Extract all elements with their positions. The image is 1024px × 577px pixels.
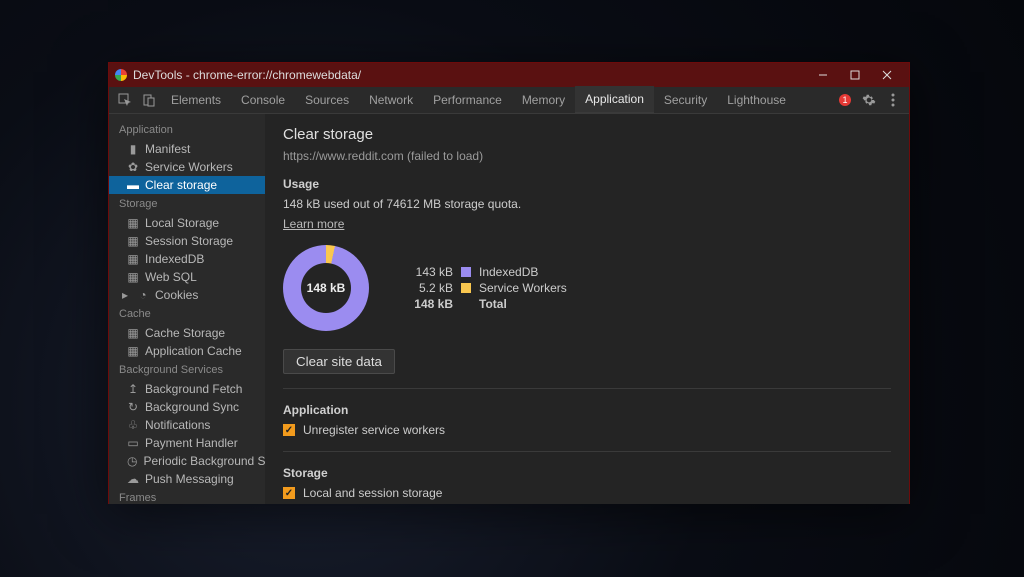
page-title: Clear storage [283, 126, 891, 143]
tab-console[interactable]: Console [231, 87, 295, 113]
swatch-service-workers [461, 283, 471, 293]
gear-icon: ✿ [127, 160, 139, 174]
origin-text: https://www.reddit.com (failed to load) [283, 149, 891, 163]
chevron-right-icon: ▸ [119, 288, 131, 302]
sidebar-group-frames: Frames [109, 488, 265, 504]
cookie-icon: ◔ [137, 288, 149, 302]
close-button[interactable] [871, 63, 903, 87]
sync-icon: ↻ [127, 400, 139, 414]
sidebar-item-manifest[interactable]: ▮Manifest [109, 140, 265, 158]
titlebar-text: DevTools - chrome-error://chromewebdata/ [133, 68, 361, 82]
sidebar-item-notifications[interactable]: ♧Notifications [109, 416, 265, 434]
inspect-icon[interactable] [113, 87, 137, 113]
storage-section-header: Storage [283, 466, 891, 480]
clock-icon: ◷ [127, 454, 137, 468]
checkbox-unregister-sw[interactable]: ✓Unregister service workers [283, 423, 891, 437]
tab-sources[interactable]: Sources [295, 87, 359, 113]
tab-elements[interactable]: Elements [161, 87, 231, 113]
grid-icon: ▦ [127, 344, 139, 358]
devtools-tabbar: Elements Console Sources Network Perform… [109, 87, 909, 114]
sidebar-group-background: Background Services [109, 360, 265, 380]
file-icon: ▮ [127, 142, 139, 156]
tab-memory[interactable]: Memory [512, 87, 575, 113]
grid-icon: ▦ [127, 216, 139, 230]
titlebar[interactable]: DevTools - chrome-error://chromewebdata/ [109, 63, 909, 87]
sidebar-item-cookies[interactable]: ▸◔Cookies [109, 286, 265, 304]
tab-network[interactable]: Network [359, 87, 423, 113]
minimize-button[interactable] [807, 63, 839, 87]
disk-icon: ▬ [127, 178, 139, 192]
grid-icon: ▦ [127, 270, 139, 284]
sidebar-item-cache-storage[interactable]: ▦Cache Storage [109, 324, 265, 342]
sidebar-group-cache: Cache [109, 304, 265, 324]
tab-security[interactable]: Security [654, 87, 717, 113]
sidebar: Application ▮Manifest ✿Service Workers ▬… [109, 114, 265, 504]
grid-icon: ▦ [127, 234, 139, 248]
learn-more-link[interactable]: Learn more [283, 217, 344, 231]
error-badge[interactable]: 1 [833, 87, 857, 113]
device-toggle-icon[interactable] [137, 87, 161, 113]
devtools-window: DevTools - chrome-error://chromewebdata/… [108, 62, 910, 504]
sidebar-item-service-workers[interactable]: ✿Service Workers [109, 158, 265, 176]
usage-header: Usage [283, 177, 891, 191]
grid-icon: ▦ [127, 252, 139, 266]
sidebar-item-web-sql[interactable]: ▦Web SQL [109, 268, 265, 286]
card-icon: ▭ [127, 436, 139, 450]
bell-icon: ♧ [127, 418, 139, 432]
settings-gear-icon[interactable] [857, 87, 881, 113]
sidebar-item-application-cache[interactable]: ▦Application Cache [109, 342, 265, 360]
sidebar-item-session-storage[interactable]: ▦Session Storage [109, 232, 265, 250]
sidebar-group-storage: Storage [109, 194, 265, 214]
usage-donut-chart: 148 kB [283, 245, 369, 331]
sidebar-item-payment-handler[interactable]: ▭Payment Handler [109, 434, 265, 452]
clear-site-data-button[interactable]: Clear site data [283, 349, 395, 374]
usage-legend: 143 kBIndexedDB 5.2 kBService Workers 14… [409, 263, 567, 313]
checkbox-icon: ✓ [283, 424, 295, 436]
application-section-header: Application [283, 403, 891, 417]
fetch-icon: ↥ [127, 382, 139, 396]
tab-application[interactable]: Application [575, 86, 654, 114]
swatch-indexeddb [461, 267, 471, 277]
sidebar-group-application: Application [109, 120, 265, 140]
usage-line: 148 kB used out of 74612 MB storage quot… [283, 197, 891, 211]
sidebar-item-clear-storage[interactable]: ▬Clear storage [109, 176, 265, 194]
sidebar-item-push-messaging[interactable]: ☁Push Messaging [109, 470, 265, 488]
grid-icon: ▦ [127, 326, 139, 340]
checkbox-local-session[interactable]: ✓Local and session storage [283, 486, 891, 500]
maximize-button[interactable] [839, 63, 871, 87]
sidebar-item-local-storage[interactable]: ▦Local Storage [109, 214, 265, 232]
sidebar-item-bg-fetch[interactable]: ↥Background Fetch [109, 380, 265, 398]
cloud-icon: ☁ [127, 472, 139, 486]
kebab-menu-icon[interactable] [881, 87, 905, 113]
tab-performance[interactable]: Performance [423, 87, 512, 113]
checkbox-icon: ✓ [283, 487, 295, 499]
sidebar-item-bg-sync[interactable]: ↻Background Sync [109, 398, 265, 416]
tab-lighthouse[interactable]: Lighthouse [717, 87, 796, 113]
sidebar-item-periodic-bg-sync[interactable]: ◷Periodic Background Sync [109, 452, 265, 470]
main-panel: Clear storage https://www.reddit.com (fa… [265, 114, 909, 504]
devtools-app-icon [115, 69, 127, 81]
sidebar-item-indexeddb[interactable]: ▦IndexedDB [109, 250, 265, 268]
